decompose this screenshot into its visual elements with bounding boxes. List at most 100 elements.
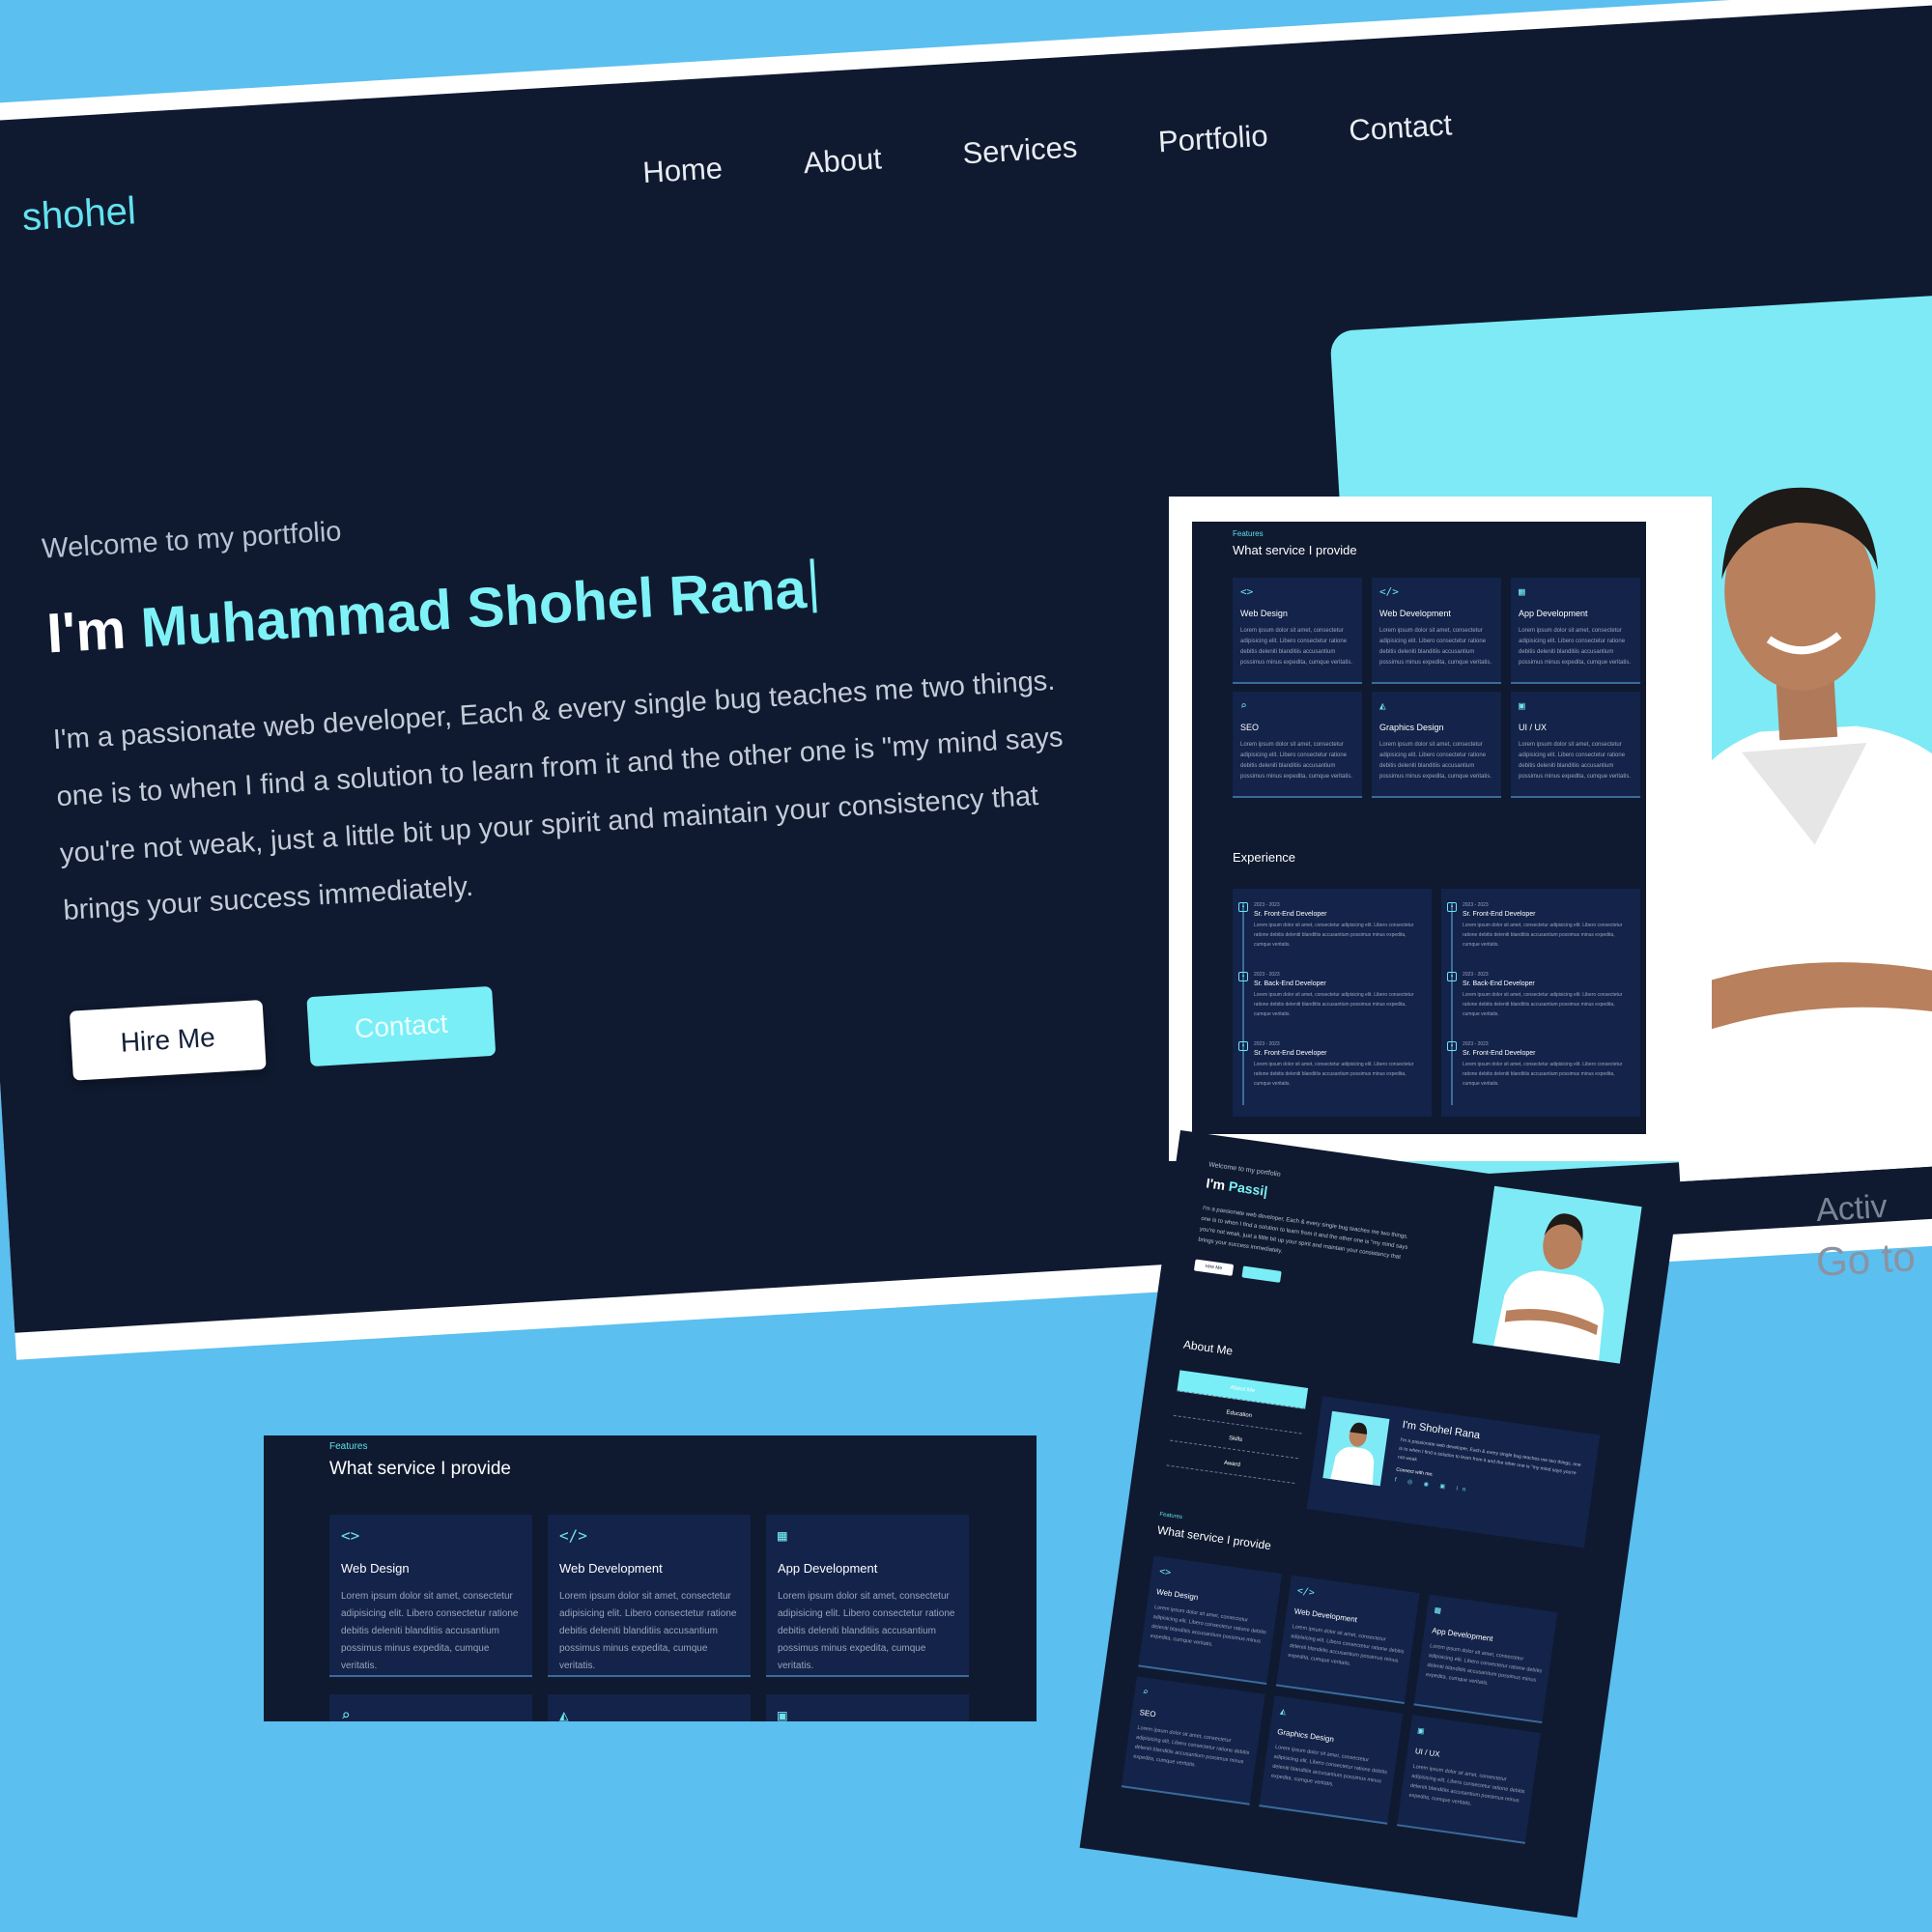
experience-item: 2023 - 2023 Sr. Front-End Developer Lore… xyxy=(1254,1041,1424,1089)
service-title: Web Design xyxy=(1240,609,1288,618)
service-card[interactable]: </> Web Development Lorem ipsum dolor si… xyxy=(1372,578,1501,684)
service-card[interactable]: ▦ App Development Lorem ipsum dolor sit … xyxy=(766,1515,969,1677)
service-text: Lorem ipsum dolor sit amet, consectetur … xyxy=(1408,1763,1525,1807)
experience-item: 2023 - 2023 Sr. Front-End Developer Lore… xyxy=(1463,1041,1633,1089)
service-card[interactable]: ▣ UI / UX Lorem ipsum dolor sit amet, co… xyxy=(1396,1715,1541,1844)
nav-about[interactable]: About xyxy=(803,141,883,181)
avatar xyxy=(1322,1410,1390,1487)
experience-item: 2023 - 2023 Sr. Back-End Developer Lorem… xyxy=(1254,972,1424,1019)
experience-date: 2023 - 2023 xyxy=(1463,1041,1489,1047)
code-slash-icon: </> xyxy=(559,1526,587,1545)
service-text: Lorem ipsum dolor sit amet, consectetur … xyxy=(1270,1744,1388,1788)
service-card[interactable]: </> Web Development Lorem ipsum dolor si… xyxy=(1275,1575,1420,1705)
service-text: Lorem ipsum dolor sit amet, consectetur … xyxy=(559,1591,737,1671)
image-icon: ◭ xyxy=(1379,699,1386,712)
service-card[interactable]: <> Web Design Lorem ipsum dolor sit amet… xyxy=(1233,578,1362,684)
nav-home[interactable]: Home xyxy=(641,151,724,190)
greeting: I'm xyxy=(1205,1175,1231,1194)
greeting: I'm xyxy=(44,596,143,666)
layout-icon: ▣ xyxy=(1417,1725,1425,1738)
service-card[interactable]: <> Web Design Lorem ipsum dolor sit amet… xyxy=(329,1515,532,1677)
layout-icon: ▣ xyxy=(1519,699,1525,712)
experience-role: Sr. Back-End Developer xyxy=(1463,980,1535,987)
service-card[interactable]: ▦ App Development Lorem ipsum dolor sit … xyxy=(1413,1594,1558,1724)
service-title: Web Design xyxy=(1155,1587,1199,1603)
qr-code-icon: ▦ xyxy=(1434,1605,1442,1617)
hero-name: Muhammad Shohel Rana xyxy=(139,556,809,660)
connect-label: Connect with me: xyxy=(1395,1466,1434,1478)
service-text: Lorem ipsum dolor sit amet, consectetur … xyxy=(1240,742,1353,780)
image-icon: ◭ xyxy=(1279,1706,1287,1719)
experience-role: Sr. Front-End Developer xyxy=(1254,911,1327,918)
service-card[interactable]: ⌕ SEO Lorem ipsum dolor sit amet, consec… xyxy=(1233,692,1362,798)
service-title: UI / UX xyxy=(1519,723,1548,732)
services-eyebrow: Features xyxy=(1233,529,1264,538)
service-title: App Development xyxy=(1519,609,1588,618)
hero-headline: I'm Muhammad Shohel Rana xyxy=(45,555,818,666)
image-icon: ◭ xyxy=(559,1706,569,1721)
profile-photo xyxy=(1472,1185,1642,1364)
nav-contact[interactable]: Contact xyxy=(1348,107,1453,148)
typed-text: Passi| xyxy=(1227,1178,1269,1200)
services-title: What service I provide xyxy=(1233,543,1357,557)
service-title: Web Development xyxy=(1379,609,1451,618)
service-text: Lorem ipsum dolor sit amet, consectetur … xyxy=(1379,742,1492,780)
service-text: Lorem ipsum dolor sit amet, consectetur … xyxy=(341,1591,519,1671)
welcome-text: Welcome to my portfolio xyxy=(41,516,343,565)
service-title: Web Design xyxy=(341,1561,410,1576)
service-title: SEO xyxy=(1240,723,1260,732)
service-text: Lorem ipsum dolor sit amet, consectetur … xyxy=(1132,1724,1250,1769)
service-card[interactable]: ◭ Graphics Design Lorem ipsum dolor sit … xyxy=(1372,692,1501,798)
service-title: App Development xyxy=(778,1561,878,1576)
service-card[interactable]: ◭ Graphics Design Lorem ipsum dolor sit … xyxy=(1259,1695,1404,1825)
social-icons[interactable]: f ◎ ◉ ▣ in xyxy=(1394,1476,1470,1493)
service-card[interactable]: ⌕ SEO Lorem ipsum dolor sit amet, consec… xyxy=(1121,1676,1265,1805)
layout-icon: ▣ xyxy=(778,1706,787,1721)
services-eyebrow: Features xyxy=(329,1441,368,1452)
service-card[interactable]: <> Web Design Lorem ipsum dolor sit amet… xyxy=(1138,1555,1283,1685)
experience-text: Lorem ipsum dolor sit amet, consectetur … xyxy=(1254,1062,1414,1087)
nav-services[interactable]: Services xyxy=(961,129,1078,171)
code-slash-icon: </> xyxy=(1379,585,1399,598)
qr-code-icon: ▦ xyxy=(1519,585,1525,598)
briefcase-icon: ▪ xyxy=(1238,1041,1248,1051)
services-zoom-screenshot: Features What service I provide <> Web D… xyxy=(264,1435,1037,1721)
hire-me-button[interactable]: Hire Me xyxy=(1193,1259,1235,1276)
about-title: About Me xyxy=(1182,1337,1235,1358)
hire-me-button[interactable]: Hire Me xyxy=(69,999,267,1081)
code-icon: <> xyxy=(1158,1566,1172,1579)
service-card[interactable]: </> Web Development Lorem ipsum dolor si… xyxy=(548,1515,751,1677)
service-card[interactable]: ▦ App Development Lorem ipsum dolor sit … xyxy=(1511,578,1640,684)
service-text: Lorem ipsum dolor sit amet, consectetur … xyxy=(1150,1605,1267,1648)
logo[interactable]: shohel xyxy=(21,189,137,240)
contact-button[interactable]: Contact xyxy=(306,985,497,1067)
service-title: App Development xyxy=(1431,1626,1494,1644)
experience-role: Sr. Front-End Developer xyxy=(1463,1050,1536,1057)
service-text: Lorem ipsum dolor sit amet, consectetur … xyxy=(1379,628,1492,666)
code-slash-icon: </> xyxy=(1296,1585,1316,1599)
experience-text: Lorem ipsum dolor sit amet, consectetur … xyxy=(1254,923,1414,948)
services-title: What service I provide xyxy=(329,1459,511,1479)
nav-portfolio[interactable]: Portfolio xyxy=(1157,119,1269,160)
experience-text: Lorem ipsum dolor sit amet, consectetur … xyxy=(1254,992,1414,1017)
qr-code-icon: ▦ xyxy=(778,1526,787,1545)
experience-text: Lorem ipsum dolor sit amet, consectetur … xyxy=(1463,992,1623,1017)
briefcase-icon: ▪ xyxy=(1447,972,1457,981)
service-card[interactable]: ◭ xyxy=(548,1694,751,1721)
experience-role: Sr. Front-End Developer xyxy=(1463,911,1536,918)
service-title: Web Development xyxy=(1293,1606,1358,1625)
service-text: Lorem ipsum dolor sit amet, consectetur … xyxy=(1519,628,1632,666)
about-profile-card: I'm Shohel Rana I'm a passionate web dev… xyxy=(1306,1396,1601,1548)
timeline-line xyxy=(1242,902,1244,1105)
main-nav: Home About Services Portfolio Contact xyxy=(641,107,1453,190)
briefcase-icon: ▪ xyxy=(1447,1041,1457,1051)
experience-date: 2023 - 2023 xyxy=(1254,902,1280,908)
experience-text: Lorem ipsum dolor sit amet, consectetur … xyxy=(1463,1062,1623,1087)
service-card[interactable]: ▣ xyxy=(766,1694,969,1721)
contact-button[interactable] xyxy=(1241,1265,1282,1283)
experience-item: 2023 - 2023 Sr. Front-End Developer Lore… xyxy=(1254,902,1424,950)
service-title: SEO xyxy=(1139,1708,1157,1719)
service-card[interactable]: ⌕ xyxy=(329,1694,532,1721)
service-card[interactable]: ▣ UI / UX Lorem ipsum dolor sit amet, co… xyxy=(1511,692,1640,798)
briefcase-icon: ▪ xyxy=(1447,902,1457,912)
